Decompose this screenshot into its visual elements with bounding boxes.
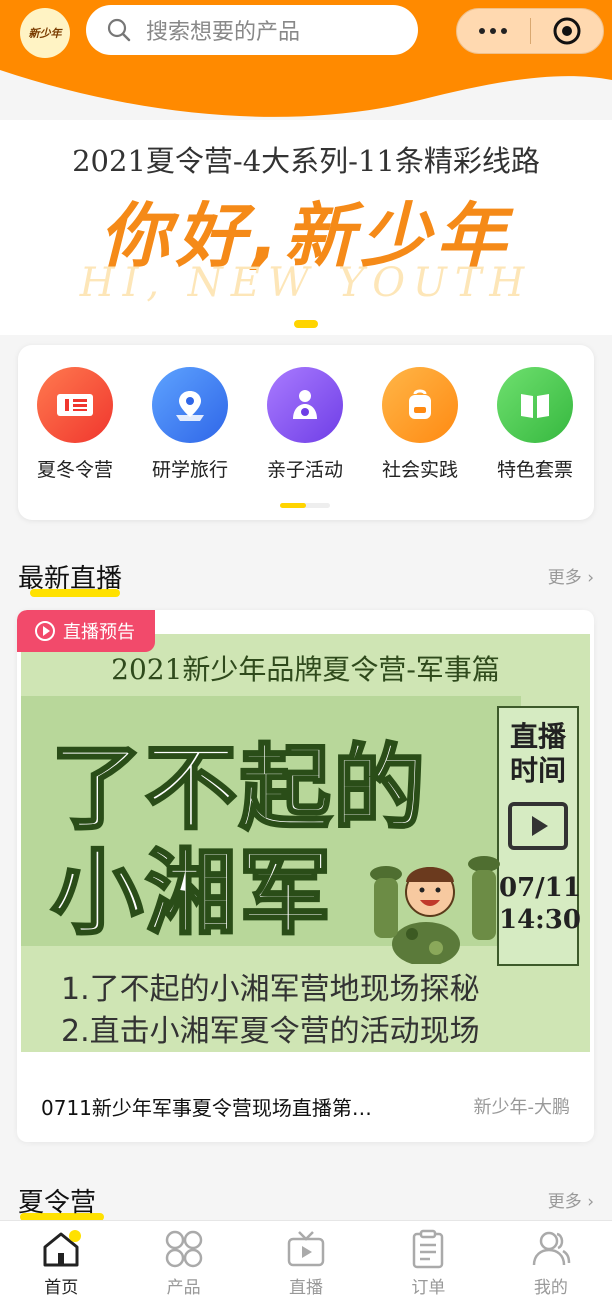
poster-heading: 2021新少年品牌夏令营-军事篇: [111, 653, 500, 686]
ticket-icon: [37, 367, 113, 443]
tab-label: 直播: [289, 1278, 324, 1298]
category-label: 亲子活动: [266, 459, 343, 481]
tv-play-icon: [508, 802, 568, 850]
tab-label: 我的: [533, 1278, 568, 1298]
book-icon: [497, 367, 573, 443]
tab-label: 产品: [166, 1278, 201, 1298]
brand-logo[interactable]: 新少年: [20, 8, 70, 58]
user-group-icon: [532, 1231, 571, 1266]
category-card: 夏冬令营 研学旅行 亲子活动 社会实践 特色套票: [18, 345, 594, 520]
search-bar[interactable]: 搜索想要的产品: [86, 5, 418, 55]
tab-label: 订单: [411, 1278, 446, 1298]
map-pin-icon: [152, 367, 228, 443]
tab-orders[interactable]: 订单: [367, 1221, 489, 1300]
soldier-illustration: [370, 856, 500, 964]
live-more-link[interactable]: 更多 ›: [548, 563, 594, 588]
live-section-title: 最新直播: [18, 558, 122, 597]
home-icon: [43, 1230, 82, 1267]
banner-indicator: [294, 320, 318, 328]
poster-line-1: 1.了不起的小湘军营地现场探秘: [61, 972, 480, 1007]
category-label: 特色套票: [496, 459, 573, 481]
category-special-ticket[interactable]: 特色套票: [480, 367, 590, 482]
category-label: 夏冬令营: [36, 459, 113, 481]
category-label: 社会实践: [381, 459, 458, 481]
banner-subtitle: 2021夏令营-4大系列-11条精彩线路: [72, 144, 540, 178]
backpack-icon: [382, 367, 458, 443]
live-card[interactable]: 直播预告 2021新少年品牌夏令营-军事篇 了不起的 小湘军 直播 时间 07/1…: [17, 610, 594, 1142]
live-title: 0711新少年军事夏令营现场直播第…: [41, 1096, 372, 1120]
clipboard-icon: [413, 1229, 444, 1269]
category-study-tour[interactable]: 研学旅行: [135, 367, 245, 482]
logo-text: 新少年: [28, 27, 62, 40]
poster-line-2: 2.直击小湘军夏令营的活动现场: [61, 1014, 480, 1049]
tab-label: 首页: [44, 1278, 79, 1298]
play-circle-icon: [35, 621, 55, 641]
live-author: 新少年-大鹏: [473, 1097, 571, 1118]
mini-program-capsule: [456, 8, 604, 54]
tab-home[interactable]: 首页: [0, 1221, 122, 1300]
category-scroll-indicator: [280, 503, 330, 508]
search-icon: [107, 18, 131, 42]
chevron-right-icon: ›: [587, 1192, 594, 1212]
tab-products[interactable]: 产品: [122, 1221, 244, 1300]
category-social-practice[interactable]: 社会实践: [365, 367, 475, 482]
camp-section-title: 夏令营: [18, 1182, 104, 1221]
hero-banner[interactable]: 2021夏令营-4大系列-11条精彩线路 你好,新少年 HI, NEW YOUT…: [0, 120, 612, 335]
poster-big-text-2: 小湘军: [49, 839, 334, 949]
category-label: 研学旅行: [151, 459, 228, 481]
grid-icon: [165, 1230, 202, 1268]
tv-play-icon: [287, 1231, 325, 1267]
bottom-tab-bar: 首页 产品 直播 订单 我的: [0, 1220, 612, 1300]
tab-mine[interactable]: 我的: [490, 1221, 612, 1300]
chevron-right-icon: ›: [587, 568, 594, 588]
poster-live-time: 直播 时间 07/11 14:30: [497, 706, 581, 966]
banner-english: HI, NEW YOUTH: [79, 260, 533, 306]
parent-child-icon: [267, 367, 343, 443]
search-placeholder: 搜索想要的产品: [146, 20, 301, 45]
top-header: 新少年 搜索想要的产品: [0, 0, 612, 120]
live-preview-badge: 直播预告: [17, 610, 155, 652]
category-parent-child[interactable]: 亲子活动: [250, 367, 360, 482]
header-wave: [0, 70, 612, 120]
camp-more-link[interactable]: 更多 ›: [548, 1187, 594, 1212]
live-poster[interactable]: 2021新少年品牌夏令营-军事篇 了不起的 小湘军 直播 时间 07/11 14:3…: [21, 634, 590, 1052]
target-icon[interactable]: [531, 16, 604, 46]
tab-live[interactable]: 直播: [245, 1221, 367, 1300]
more-dots-icon[interactable]: [457, 28, 530, 34]
category-camp[interactable]: 夏冬令营: [20, 367, 130, 482]
